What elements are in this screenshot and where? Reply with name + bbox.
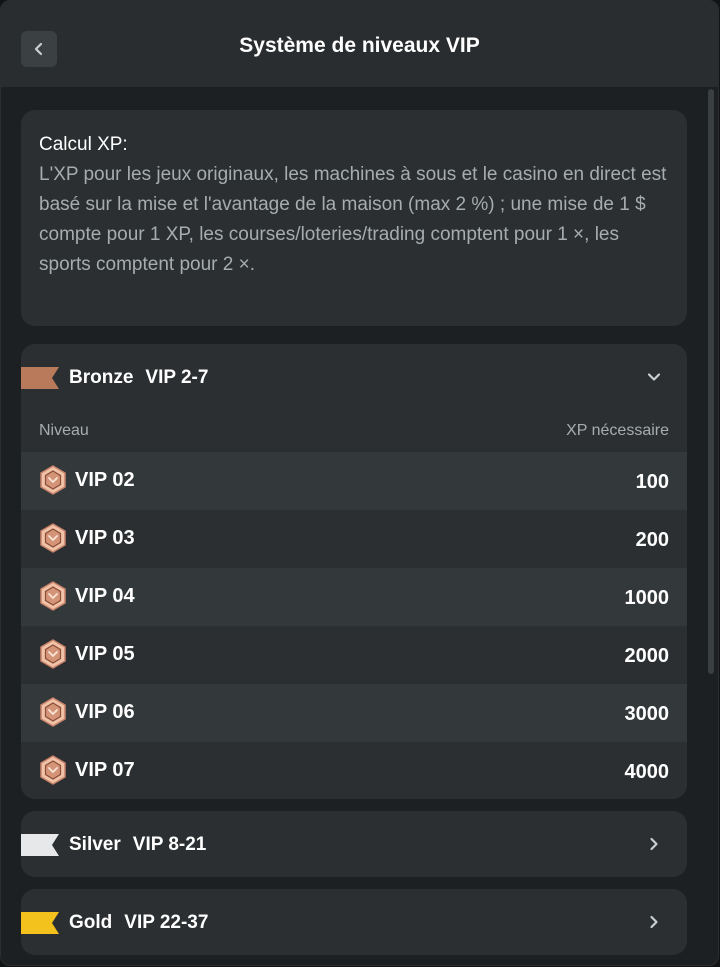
chevron-right-icon	[650, 915, 658, 929]
tier-header-gold[interactable]: Gold VIP 22-37	[21, 889, 687, 955]
collapse-toggle[interactable]	[643, 366, 665, 388]
bronze-badge-icon	[40, 523, 66, 553]
tier-name: Gold	[69, 912, 113, 933]
bronze-badge-icon	[40, 465, 66, 495]
xp-value: 3000	[624, 703, 670, 725]
table-row: VIP 05 2000	[21, 626, 687, 684]
vip-levels-modal: Système de niveaux VIP Calcul XP: L'XP p…	[0, 0, 719, 966]
tier-range: VIP 22-37	[124, 912, 209, 933]
tier-card-bronze: Bronze VIP 2-7 Niveau XP nécessaire VIP 0…	[21, 344, 687, 799]
expand-toggle[interactable]	[643, 833, 665, 855]
bronze-flag-icon	[21, 367, 59, 389]
table-row: VIP 07 4000	[21, 742, 687, 799]
xp-value: 2000	[624, 645, 670, 667]
table-row: VIP 04 1000	[21, 568, 687, 626]
expand-toggle[interactable]	[643, 911, 665, 933]
table-row: VIP 03 200	[21, 510, 687, 568]
tier-header-bronze[interactable]: Bronze VIP 2-7	[21, 344, 687, 410]
bronze-badge-icon	[40, 755, 66, 785]
tier-name: Bronze	[69, 367, 134, 388]
xp-info-label: Calcul XP:	[39, 134, 128, 155]
xp-value: 100	[635, 471, 669, 493]
xp-value: 200	[635, 529, 669, 551]
bronze-badge-icon	[40, 639, 66, 669]
silver-flag-icon	[21, 834, 59, 856]
column-level: Niveau	[39, 422, 89, 439]
xp-info-card: Calcul XP: L'XP pour les jeux originaux,…	[21, 110, 687, 326]
column-xp: XP nécessaire	[566, 422, 669, 439]
modal-header: Système de niveaux VIP	[1, 1, 718, 87]
tier-card-gold[interactable]: Gold VIP 22-37	[21, 889, 687, 955]
chevron-right-icon	[650, 837, 658, 851]
table-row: VIP 06 3000	[21, 684, 687, 742]
tier-header-silver[interactable]: Silver VIP 8-21	[21, 811, 687, 877]
chevron-down-icon	[647, 373, 661, 381]
table-header: Niveau XP nécessaire	[21, 410, 687, 452]
scrollbar[interactable]	[708, 89, 714, 674]
gold-flag-icon	[21, 912, 59, 934]
tier-title-gold: Gold VIP 22-37	[69, 910, 208, 936]
page-title: Système de niveaux VIP	[239, 34, 480, 57]
level-label: VIP 02	[75, 469, 135, 491]
tier-title-bronze: Bronze VIP 2-7	[69, 365, 208, 391]
tier-range: VIP 8-21	[132, 834, 207, 855]
xp-value: 4000	[624, 761, 670, 783]
table-row: VIP 02 100	[21, 452, 687, 510]
tier-card-silver[interactable]: Silver VIP 8-21	[21, 811, 687, 877]
xp-info-text: L'XP pour les jeux originaux, les machin…	[39, 164, 667, 275]
tier-title-silver: Silver VIP 8-21	[69, 832, 206, 858]
bronze-badge-icon	[40, 581, 66, 611]
level-label: VIP 03	[75, 527, 135, 549]
level-label: VIP 06	[75, 701, 135, 723]
level-label: VIP 07	[75, 759, 135, 781]
bronze-badge-icon	[40, 697, 66, 727]
level-label: VIP 05	[75, 643, 135, 665]
tier-name: Silver	[69, 834, 121, 855]
level-label: VIP 04	[75, 585, 135, 607]
xp-value: 1000	[624, 587, 670, 609]
tier-range: VIP 2-7	[145, 367, 209, 388]
